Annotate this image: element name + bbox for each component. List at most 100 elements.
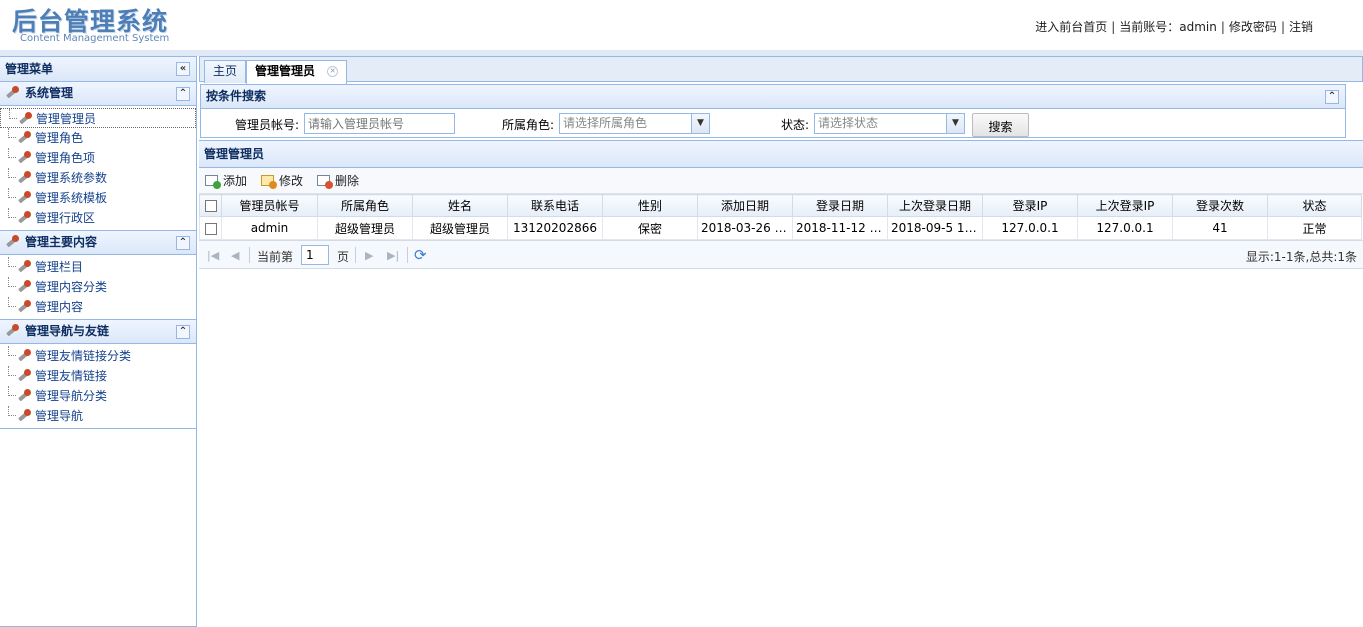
tab-manage-admins[interactable]: 管理管理员 ✕ — [246, 60, 348, 84]
chevron-down-icon[interactable]: ▼ — [946, 114, 964, 133]
add-icon — [205, 175, 221, 189]
sidebar-item-content[interactable]: 管理内容 — [0, 297, 196, 317]
column-header[interactable]: 登录IP — [982, 194, 1078, 217]
link-frontend-home[interactable]: 进入前台首页 — [1035, 20, 1107, 34]
menu-group-content[interactable]: 管理主要内容 ⌃ — [0, 231, 196, 255]
column-header[interactable]: 状态 — [1267, 194, 1362, 217]
menu-group-system[interactable]: 系统管理 ⌃ — [0, 82, 196, 106]
separator: | — [1220, 20, 1225, 34]
column-header[interactable]: 联系电话 — [507, 194, 603, 217]
close-icon[interactable]: ✕ — [327, 66, 339, 77]
column-header[interactable]: 性别 — [602, 194, 698, 217]
tab-label: 主页 — [213, 64, 238, 78]
first-page-icon[interactable]: |◀ — [207, 249, 219, 262]
page-suffix-label: 页 — [337, 250, 350, 264]
link-logout[interactable]: 注销 — [1289, 20, 1313, 34]
edit-button[interactable]: 修改 — [259, 172, 303, 190]
link-change-password[interactable]: 修改密码 — [1229, 20, 1277, 34]
role-label: 所属角色: — [502, 118, 555, 132]
prev-page-icon[interactable]: ◀ — [231, 249, 239, 262]
sidebar-item-label: 管理系统参数 — [35, 171, 108, 185]
admin-table: 管理员帐号 所属角色 姓名 联系电话 性别 添加日期 登录日期 上次登录日期 登… — [199, 194, 1362, 240]
role-select[interactable]: 请选择所属角色 ▼ — [559, 113, 710, 134]
sidebar-item-label: 管理友情链接分类 — [35, 349, 132, 363]
menu-group-label: 管理主要内容 — [25, 235, 98, 249]
refresh-icon[interactable]: ⟳ — [414, 246, 427, 264]
sidebar-item-system-params[interactable]: 管理系统参数 — [0, 168, 196, 188]
collapse-group-icon[interactable]: ⌃ — [176, 236, 190, 250]
sidebar-item-system-templates[interactable]: 管理系统模板 — [0, 188, 196, 208]
top-links: 进入前台首页 | 当前账号：admin | 修改密码 | 注销 — [1035, 18, 1313, 35]
table-cell: 正常 — [1267, 216, 1362, 240]
tree-line — [8, 257, 16, 267]
admin-grid-panel: 管理管理员 添加 修改 删除 管理员帐号 所属角色 姓名 联系电话 性别 添加日… — [199, 140, 1363, 627]
menu-title: 管理菜单 « — [0, 57, 196, 82]
sidebar-item-label: 管理内容 — [35, 300, 84, 314]
table-cell: 13120202866 — [507, 216, 603, 240]
collapse-sidebar-icon[interactable]: « — [176, 62, 190, 76]
column-header[interactable]: 管理员帐号 — [221, 194, 318, 217]
column-header[interactable]: 上次登录IP — [1077, 194, 1173, 217]
collapse-search-icon[interactable]: ⌃ — [1325, 90, 1339, 104]
column-header[interactable]: 登录日期 — [792, 194, 888, 217]
tools-icon — [17, 280, 33, 294]
tab-bar: 主页 管理管理员 ✕ — [199, 56, 1363, 84]
column-header[interactable]: 登录次数 — [1172, 194, 1268, 217]
menu-group-nav-links[interactable]: 管理导航与友链 ⌃ — [0, 320, 196, 344]
last-page-icon[interactable]: ▶| — [387, 249, 399, 262]
sidebar-item-label: 管理友情链接 — [35, 369, 108, 383]
sidebar-item-label: 管理栏目 — [35, 260, 84, 274]
search-panel: 按条件搜索 ⌃ 管理员帐号: 所属角色: 请选择所属角色 ▼ 状态: 请选择状态… — [200, 84, 1346, 138]
status-select[interactable]: 请选择状态 ▼ — [814, 113, 965, 134]
select-all-checkbox[interactable] — [204, 200, 217, 212]
role-select-placeholder: 请选择所属角色 — [563, 116, 648, 130]
add-button[interactable]: 添加 — [203, 172, 247, 190]
sidebar-item-regions[interactable]: 管理行政区 — [0, 208, 196, 228]
sidebar-item-label: 管理行政区 — [35, 211, 96, 225]
tools-icon — [5, 324, 21, 338]
tab-home[interactable]: 主页 — [204, 60, 247, 83]
column-header[interactable]: 所属角色 — [317, 194, 413, 217]
column-header[interactable]: 姓名 — [412, 194, 508, 217]
sidebar-item-admins[interactable]: 管理管理员 — [0, 108, 196, 128]
edit-button-label: 修改 — [279, 174, 304, 188]
menu-title-text: 管理菜单 — [5, 62, 54, 76]
sidebar-item-content-categories[interactable]: 管理内容分类 — [0, 277, 196, 297]
pager-info: 显示:1-1条,总共:1条 — [1245, 250, 1357, 264]
app-header: 后台管理系统 Content Management System 进入前台首页 |… — [0, 0, 1363, 52]
page-number-input[interactable]: 1 — [301, 245, 329, 265]
chevron-down-icon[interactable]: ▼ — [691, 114, 709, 133]
sidebar-item-columns[interactable]: 管理栏目 — [0, 257, 196, 277]
tree-line — [8, 168, 16, 178]
sidebar-item-link-categories[interactable]: 管理友情链接分类 — [0, 346, 196, 366]
search-panel-title-text: 按条件搜索 — [206, 89, 267, 103]
search-button[interactable]: 搜索 — [972, 113, 1029, 137]
column-header[interactable]: 添加日期 — [697, 194, 793, 217]
collapse-group-icon[interactable]: ⌃ — [176, 87, 190, 101]
current-account: 当前账号：admin — [1119, 20, 1217, 34]
column-header[interactable]: 上次登录日期 — [887, 194, 983, 217]
sidebar-item-nav[interactable]: 管理导航 — [0, 406, 196, 426]
grid-toolbar: 添加 修改 删除 — [199, 168, 1363, 194]
collapse-group-icon[interactable]: ⌃ — [176, 325, 190, 339]
tools-icon — [17, 409, 33, 423]
row-checkbox[interactable] — [204, 222, 217, 235]
table-row[interactable]: admin 超级管理员 超级管理员 13120202866 保密 2018-03… — [199, 216, 1362, 240]
sidebar-item-links[interactable]: 管理友情链接 — [0, 366, 196, 386]
pagination-bar: |◀ ◀ 当前第 1 页 ▶ ▶| ⟳ 显示:1-1条,总共:1条 — [199, 240, 1363, 269]
account-input[interactable] — [304, 113, 455, 134]
sidebar-item-roles[interactable]: 管理角色 — [0, 128, 196, 148]
menu-group-label: 管理导航与友链 — [25, 324, 110, 338]
tree-line — [9, 109, 17, 119]
tree-line — [8, 148, 16, 158]
sidebar-item-nav-categories[interactable]: 管理导航分类 — [0, 386, 196, 406]
sidebar-item-role-items[interactable]: 管理角色项 — [0, 148, 196, 168]
delete-button[interactable]: 删除 — [315, 172, 359, 190]
pager-separator — [355, 247, 356, 263]
edit-icon — [261, 175, 277, 189]
pager-separator — [407, 247, 408, 263]
tools-icon — [18, 112, 34, 126]
tree-line — [8, 346, 16, 356]
next-page-icon[interactable]: ▶ — [365, 249, 373, 262]
table-cell: 超级管理员 — [317, 216, 413, 240]
